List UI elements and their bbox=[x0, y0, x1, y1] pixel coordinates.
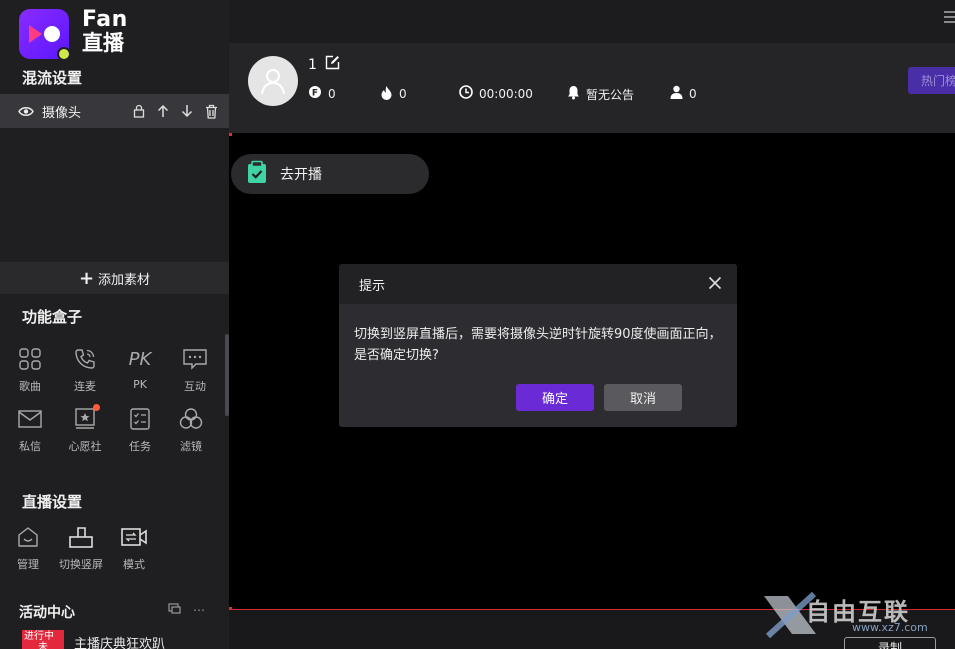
clock-icon bbox=[459, 85, 473, 102]
layer-name: 摄像头 bbox=[42, 105, 82, 121]
brand-en: Fan bbox=[82, 7, 128, 32]
brand-cn: 直播 bbox=[82, 31, 124, 55]
timer-stat: 00:00:00 bbox=[459, 85, 533, 102]
delete-icon[interactable] bbox=[203, 102, 219, 120]
app-logo bbox=[19, 9, 71, 61]
setting-mode[interactable]: 模式 bbox=[111, 524, 157, 572]
tool-wish[interactable]: 心愿社 bbox=[62, 404, 108, 454]
brand-name: Fan 直播 bbox=[82, 9, 128, 54]
sidebar: Fan 直播 混流设置 摄像头 + 添加素材 功能盒子 歌曲 连麦 PK PK … bbox=[0, 0, 229, 649]
go-live-button[interactable]: 去开播 bbox=[231, 154, 429, 194]
announcement-text: 暂无公告 bbox=[586, 87, 635, 102]
viewer-stat: 0 bbox=[670, 85, 697, 102]
edit-icon[interactable] bbox=[325, 55, 340, 74]
streamer-info-bar: 1 F 0 0 00:00:00 暂无公告 0 热门榜 bbox=[229, 43, 955, 133]
tool-link-mic[interactable]: 连麦 bbox=[62, 346, 108, 394]
eye-icon[interactable] bbox=[18, 106, 34, 116]
activity-tag-text: 进行中 bbox=[24, 631, 54, 642]
viewer-count: 0 bbox=[689, 86, 697, 101]
filter-icon bbox=[168, 406, 214, 432]
layer-item-camera[interactable]: 摄像头 bbox=[0, 94, 229, 128]
user-icon bbox=[670, 85, 683, 102]
dialog-message: 切换到竖屏直播后，需要将摄像头逆时针旋转90度使画面正向，是否确定切换? bbox=[354, 327, 722, 363]
dialog-title: 提示 bbox=[359, 278, 386, 294]
frame-handle[interactable] bbox=[229, 133, 232, 136]
tool-tasks[interactable]: 任务 bbox=[117, 406, 163, 454]
activity-tag-sub: 未 bbox=[38, 642, 48, 649]
tool-label: 互动 bbox=[184, 380, 206, 393]
add-material-label: 添加素材 bbox=[98, 272, 151, 288]
home-icon bbox=[5, 524, 51, 550]
phone-icon bbox=[62, 346, 108, 372]
activity-item[interactable]: 主播庆典狂欢趴 bbox=[74, 633, 165, 649]
more-icon[interactable]: ⋯ bbox=[193, 603, 205, 617]
add-material-button[interactable]: + 添加素材 bbox=[0, 262, 229, 294]
tool-pk[interactable]: PK PK bbox=[117, 346, 163, 392]
username: 1 bbox=[308, 56, 317, 73]
coin-icon: F bbox=[308, 85, 322, 102]
close-icon[interactable] bbox=[708, 276, 722, 290]
bell-icon bbox=[567, 85, 580, 103]
svg-text:F: F bbox=[312, 89, 318, 99]
setting-label: 管理 bbox=[17, 558, 39, 571]
hot-ranking-button[interactable]: 热门榜 bbox=[908, 67, 955, 94]
activity-status-badge: 进行中 未 bbox=[22, 630, 64, 649]
music-grid-icon bbox=[7, 346, 53, 372]
heat-count: 0 bbox=[399, 87, 407, 101]
announcement-stat[interactable]: 暂无公告 bbox=[567, 85, 634, 103]
hot-ranking-label: 热门榜 bbox=[921, 74, 955, 88]
clipboard-check-icon bbox=[246, 160, 268, 188]
setting-label: 切换竖屏 bbox=[59, 558, 103, 571]
tool-songs[interactable]: 歌曲 bbox=[7, 346, 53, 394]
window-icon[interactable] bbox=[168, 603, 181, 617]
plus-icon: + bbox=[78, 267, 95, 289]
watermark: 自由互联 www.xz7.com bbox=[760, 590, 950, 640]
cancel-button[interactable]: 取消 bbox=[604, 384, 682, 411]
confirm-button[interactable]: 确定 bbox=[516, 384, 594, 411]
chat-icon bbox=[172, 346, 218, 372]
lock-icon[interactable] bbox=[131, 102, 147, 120]
confirm-dialog: 提示 切换到竖屏直播后，需要将摄像头逆时针旋转90度使画面正向，是否确定切换? … bbox=[339, 264, 737, 427]
tool-label: PK bbox=[133, 378, 147, 391]
tool-private-message[interactable]: 私信 bbox=[7, 406, 53, 454]
setting-label: 模式 bbox=[123, 558, 145, 571]
watermark-url: www.xz7.com bbox=[852, 621, 928, 634]
avatar[interactable] bbox=[248, 56, 298, 106]
move-up-icon[interactable] bbox=[155, 102, 171, 120]
task-icon bbox=[117, 406, 163, 432]
activity-center-title: 活动中心 bbox=[19, 605, 75, 621]
live-settings-title: 直播设置 bbox=[22, 493, 83, 511]
coin-stat: F 0 bbox=[308, 85, 336, 102]
dialog-header: 提示 bbox=[339, 264, 737, 304]
go-live-label: 去开播 bbox=[280, 167, 322, 183]
notification-dot bbox=[93, 404, 100, 411]
rotate-icon bbox=[55, 524, 107, 550]
move-down-icon[interactable] bbox=[179, 102, 195, 120]
username-row: 1 bbox=[308, 55, 340, 74]
live-duration: 00:00:00 bbox=[479, 86, 533, 101]
mix-settings-title: 混流设置 bbox=[22, 69, 83, 87]
menu-icon[interactable] bbox=[944, 11, 955, 26]
tool-label: 滤镜 bbox=[180, 440, 202, 453]
toolbox-title: 功能盒子 bbox=[22, 308, 83, 326]
pk-icon: PK bbox=[117, 346, 163, 372]
tool-interaction[interactable]: 互动 bbox=[172, 346, 218, 394]
wish-icon bbox=[62, 404, 108, 432]
heat-stat: 0 bbox=[380, 85, 407, 103]
camera-switch-icon bbox=[111, 524, 157, 550]
setting-switch-portrait[interactable]: 切换竖屏 bbox=[55, 524, 107, 572]
tool-label: 任务 bbox=[129, 440, 151, 453]
tool-label: 连麦 bbox=[74, 380, 96, 393]
mail-icon bbox=[7, 406, 53, 432]
tool-label: 心愿社 bbox=[68, 440, 102, 453]
fire-icon bbox=[380, 85, 393, 103]
setting-manage[interactable]: 管理 bbox=[5, 524, 51, 572]
tool-label: 歌曲 bbox=[19, 380, 41, 393]
pk-glyph: PK bbox=[128, 348, 152, 370]
coin-count: 0 bbox=[328, 86, 336, 101]
tool-label: 私信 bbox=[19, 440, 41, 453]
tool-filters[interactable]: 滤镜 bbox=[168, 406, 214, 454]
